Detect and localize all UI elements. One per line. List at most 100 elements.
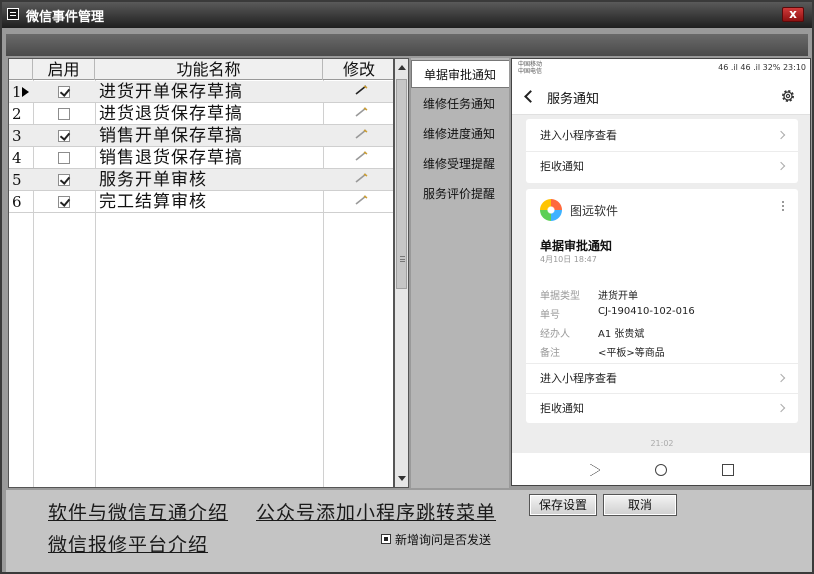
reject-notice-link[interactable]: 拒收通知 <box>526 393 798 423</box>
header-enabled[interactable]: 启用 <box>33 59 95 80</box>
enabled-checkbox[interactable] <box>58 152 70 164</box>
carrier-label: 中国移动 中国电信 <box>518 61 542 75</box>
main-window: 微信事件管理 x 启用 功能名称 修改 1 进货开单保存草搞 2 进货退货保存草搞 3 销… <box>0 0 814 574</box>
function-name: 销售退货保存草搞 <box>99 148 243 168</box>
enabled-checkbox[interactable] <box>58 174 70 186</box>
table-row[interactable]: 6 完工结算审核 <box>9 191 393 213</box>
field-value: 进货开单 <box>598 291 638 302</box>
nav-title: 服务通知 <box>547 92 600 107</box>
field-key: 备注 <box>540 348 560 359</box>
grip-icon <box>400 256 405 262</box>
event-grid: 启用 功能名称 修改 1 进货开单保存草搞 2 进货退货保存草搞 3 销售开单保存草搞 4 销… <box>8 58 394 488</box>
chevron-right-icon <box>776 373 786 383</box>
field-value: A1 张贵斌 <box>598 329 645 340</box>
tab-notification-type[interactable]: 维修任务通知 <box>411 90 509 118</box>
status-indicators: 46 .il 46 .il 32% 23:10 <box>718 63 806 72</box>
pencil-edit-icon[interactable] <box>354 129 368 139</box>
header-edit[interactable]: 修改 <box>323 59 393 80</box>
window-title: 微信事件管理 <box>26 10 105 25</box>
back-icon[interactable] <box>524 90 537 103</box>
enabled-checkbox[interactable] <box>58 108 70 120</box>
row-number: 4 <box>12 149 22 167</box>
ask-before-send-label: 新增询问是否发送 <box>395 533 492 547</box>
phone-nav-bar: 服务通知 <box>512 79 810 115</box>
table-row[interactable]: 3 销售开单保存草搞 <box>9 125 393 147</box>
pencil-edit-icon[interactable] <box>354 151 368 161</box>
brand-name: 图远软件 <box>570 204 619 218</box>
row-number: 6 <box>12 193 22 211</box>
phone-status-bar: 中国移动 中国电信 46 .il 46 .il 32% 23:10 <box>512 59 810 79</box>
tab-notification-type[interactable]: 维修受理提醒 <box>411 150 509 178</box>
grid-header: 启用 功能名称 修改 <box>9 59 393 80</box>
phone-preview: 中国移动 中国电信 46 .il 46 .il 32% 23:10 服务通知 进… <box>511 58 811 486</box>
gear-icon[interactable] <box>780 88 796 104</box>
brand-logo-icon <box>540 199 562 221</box>
row-number: 3 <box>12 127 22 145</box>
tab-notification-type[interactable]: 单据审批通知 <box>411 60 509 88</box>
android-nav-bar <box>512 453 810 485</box>
title-bar[interactable]: 微信事件管理 x <box>2 2 812 28</box>
function-name: 销售开单保存草搞 <box>99 126 243 146</box>
enabled-checkbox[interactable] <box>58 196 70 208</box>
repair-link[interactable]: 微信报修平台介绍 <box>48 530 208 557</box>
pencil-edit-icon[interactable] <box>354 173 368 183</box>
message-date: 4月10日 18:47 <box>540 255 597 264</box>
more-icon[interactable] <box>782 201 784 203</box>
function-name: 服务开单审核 <box>99 170 207 190</box>
field-key: 经办人 <box>540 329 570 340</box>
carrier-2: 中国电信 <box>518 68 543 75</box>
enabled-checkbox[interactable] <box>58 86 70 98</box>
reject-notice-link[interactable]: 拒收通知 <box>526 151 798 181</box>
toolbar <box>6 34 808 56</box>
pencil-edit-icon[interactable] <box>354 107 368 117</box>
function-name: 进货开单保存草搞 <box>99 82 243 102</box>
header-function-name[interactable]: 功能名称 <box>95 59 323 80</box>
row-number: 1 <box>12 83 22 101</box>
save-button[interactable]: 保存设置 <box>529 494 597 516</box>
pencil-edit-icon[interactable] <box>354 85 368 95</box>
table-row[interactable]: 2 进货退货保存草搞 <box>9 103 393 125</box>
function-name: 进货退货保存草搞 <box>99 104 243 124</box>
chevron-right-icon <box>776 403 786 413</box>
bottom-panel: 软件与微信互通介绍 公众号添加小程序跳转菜单 微信报修平台介绍 保存设置 取消 … <box>6 490 812 572</box>
table-row[interactable]: 1 进货开单保存草搞 <box>9 81 393 103</box>
notification-tabs: 单据审批通知 维修任务通知 维修进度通知 维修受理提醒 服务评价提醒 <box>411 58 509 488</box>
chat-time: 21:02 <box>650 439 674 448</box>
open-miniprogram-link[interactable]: 进入小程序查看 <box>526 121 798 151</box>
open-miniprogram-link[interactable]: 进入小程序查看 <box>526 363 798 393</box>
row-header-corner <box>9 59 33 80</box>
row-number: 5 <box>12 171 22 189</box>
tab-notification-type[interactable]: 维修进度通知 <box>411 120 509 148</box>
tab-notification-type[interactable]: 服务评价提醒 <box>411 180 509 208</box>
window-menu-icon[interactable] <box>7 8 19 20</box>
cancel-button[interactable]: 取消 <box>603 494 677 516</box>
carrier-1: 中国移动 <box>518 61 543 68</box>
link-label: 进入小程序查看 <box>540 129 617 142</box>
link-label: 拒收通知 <box>540 402 584 415</box>
ask-before-send-checkbox[interactable] <box>381 534 391 544</box>
pencil-edit-icon[interactable] <box>354 195 368 205</box>
scroll-thumb[interactable] <box>396 79 407 289</box>
field-key: 单号 <box>540 310 560 321</box>
field-value: CJ-190410-102-016 <box>598 306 695 317</box>
chevron-right-icon <box>776 130 786 140</box>
previous-message-card: 进入小程序查看 拒收通知 <box>526 119 798 183</box>
link-label: 拒收通知 <box>540 160 584 173</box>
enabled-checkbox[interactable] <box>58 130 70 142</box>
chevron-right-icon <box>776 161 786 171</box>
nav-back-icon[interactable] <box>590 464 600 476</box>
link-label: 进入小程序查看 <box>540 372 617 385</box>
table-row[interactable]: 4 销售退货保存草搞 <box>9 147 393 169</box>
table-row[interactable]: 5 服务开单审核 <box>9 169 393 191</box>
grid-scrollbar[interactable] <box>394 58 409 488</box>
function-name: 完工结算审核 <box>99 192 207 212</box>
field-key: 单据类型 <box>540 291 580 302</box>
row-number: 2 <box>12 105 22 123</box>
nav-home-icon[interactable] <box>655 464 667 476</box>
scroll-up-icon[interactable] <box>398 65 406 70</box>
menu-link[interactable]: 公众号添加小程序跳转菜单 <box>256 498 496 525</box>
scroll-down-icon[interactable] <box>398 476 406 481</box>
intro-link[interactable]: 软件与微信互通介绍 <box>48 498 228 525</box>
nav-recent-icon[interactable] <box>722 464 734 476</box>
close-button[interactable]: x <box>782 7 804 22</box>
